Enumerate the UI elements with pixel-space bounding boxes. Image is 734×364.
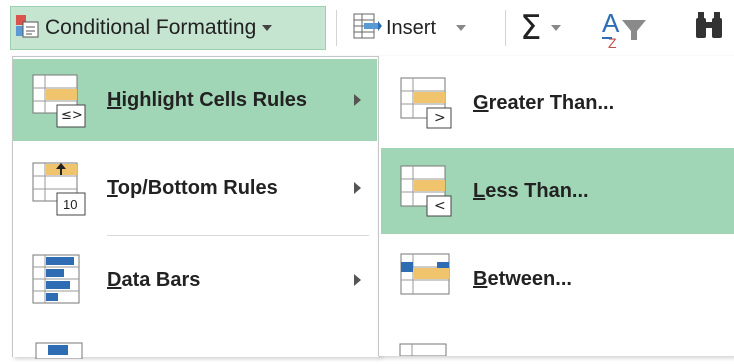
chevron-right-icon xyxy=(354,274,361,286)
between-icon xyxy=(399,250,459,310)
ribbon: Conditional Formatting Insert Σ A Z xyxy=(0,0,734,55)
conditional-formatting-icon xyxy=(15,14,39,43)
top-bottom-rules-icon: 10 xyxy=(31,159,91,219)
insert-cells-icon xyxy=(352,11,382,46)
submenu-item-less-than[interactable]: < Less Than... xyxy=(381,148,734,234)
submenu-item-between[interactable]: Between... xyxy=(381,236,734,322)
icon-badge: ≤> xyxy=(61,108,83,123)
color-scales-icon xyxy=(35,339,83,364)
icon-badge: 10 xyxy=(63,197,78,212)
menu-item-label: Data Bars xyxy=(107,268,201,291)
greater-than-icon: > xyxy=(399,74,459,134)
sort-filter-button[interactable]: A Z xyxy=(600,4,670,53)
binoculars-icon xyxy=(690,6,730,51)
conditional-formatting-menu: ≤> Highlight Cells Rules 10 Top/Bottom R… xyxy=(12,56,380,360)
submenu-item-label: Between... xyxy=(473,268,572,290)
icon-badge: < xyxy=(434,198,446,214)
menu-item-label: Highlight Cells Rules xyxy=(107,88,308,111)
menu-item-highlight-cells-rules[interactable]: ≤> Highlight Cells Rules xyxy=(13,59,377,141)
less-than-icon: < xyxy=(399,162,459,222)
chevron-down-icon xyxy=(456,25,467,31)
sigma-icon: Σ xyxy=(520,8,542,48)
menu-divider xyxy=(107,235,369,236)
chevron-down-icon xyxy=(262,25,273,31)
highlight-cells-rules-submenu: > Greater Than... < Less Than... Between… xyxy=(378,56,734,357)
menu-item-data-bars[interactable]: Data Bars xyxy=(13,239,377,321)
highlight-cells-rules-icon: ≤> xyxy=(31,71,91,131)
autosum-button[interactable]: Σ xyxy=(520,6,590,50)
equal-to-icon xyxy=(399,342,447,361)
menu-item-top-bottom-rules[interactable]: 10 Top/Bottom Rules xyxy=(13,147,377,229)
sort-filter-icon: A Z xyxy=(600,4,656,53)
insert-button[interactable]: Insert xyxy=(352,6,492,50)
conditional-formatting-label: Conditional Formatting xyxy=(45,16,257,39)
svg-text:A: A xyxy=(602,8,620,38)
submenu-item-greater-than[interactable]: > Greater Than... xyxy=(381,60,734,146)
find-select-button[interactable] xyxy=(690,6,734,50)
submenu-item-label: Greater Than... xyxy=(473,92,615,114)
insert-label: Insert xyxy=(386,16,437,39)
chevron-right-icon xyxy=(354,94,361,106)
ribbon-divider xyxy=(336,10,337,46)
ribbon-divider xyxy=(505,10,506,46)
svg-text:Z: Z xyxy=(608,35,617,48)
conditional-formatting-button[interactable]: Conditional Formatting xyxy=(10,6,326,50)
menu-item-label: Top/Bottom Rules xyxy=(107,176,278,199)
chevron-down-icon xyxy=(551,25,562,31)
data-bars-icon xyxy=(31,251,91,311)
chevron-right-icon xyxy=(354,182,361,194)
submenu-item-label: Less Than... xyxy=(473,180,589,202)
icon-badge: > xyxy=(434,110,446,126)
